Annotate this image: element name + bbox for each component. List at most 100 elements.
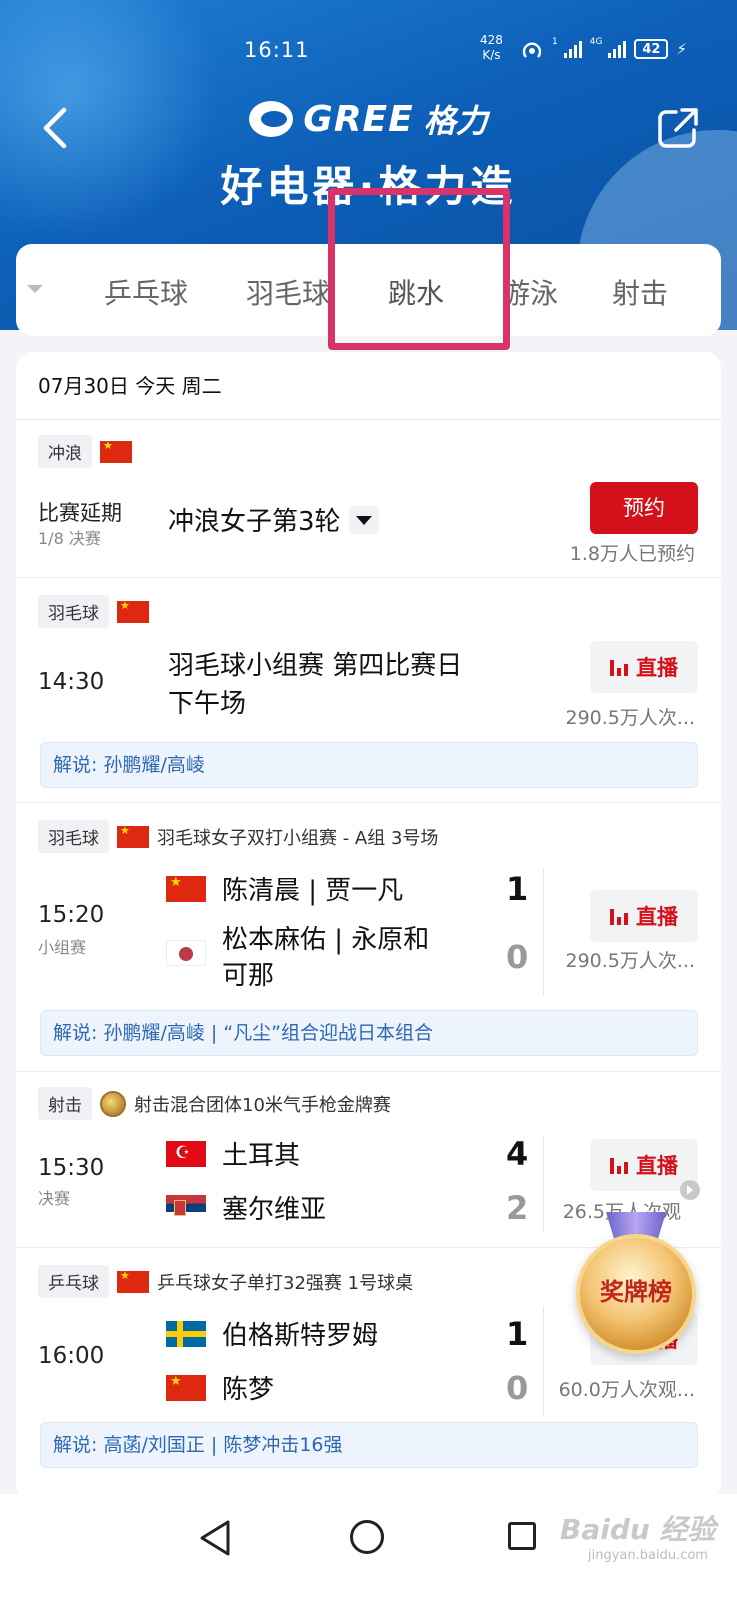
sport-label: 射击 — [38, 1087, 92, 1120]
tabs-dropdown-icon[interactable] — [26, 282, 44, 296]
signal-icon-2 — [608, 40, 627, 58]
commentary-bar[interactable]: 解说: 高菡/刘国正 | 陈梦冲击16强 — [40, 1422, 698, 1468]
share-icon[interactable] — [656, 106, 700, 150]
event-badminton-doubles[interactable]: 羽毛球 羽毛球女子双打小组赛 - A组 3号场 15:20 小组赛 陈清晨 | … — [16, 804, 721, 1072]
event-title: 冲浪女子第3轮 — [168, 503, 379, 541]
china-flag-icon — [117, 1270, 149, 1293]
sport-tag: 射击 射击混合团体10米气手枪金牌赛 — [38, 1087, 391, 1120]
live-label: 直播 — [636, 656, 678, 680]
sweden-flag-icon — [166, 1320, 206, 1347]
japan-flag-icon — [166, 940, 206, 966]
signal-icon-1 — [563, 40, 582, 58]
viewer-count: 60.0万人次观... — [558, 1379, 695, 1401]
event-badminton-group[interactable]: 羽毛球 14:30 羽毛球小组赛 第四比赛日 下午场 直播 290.5万人次..… — [16, 579, 721, 803]
event-status: 比赛延期 — [38, 501, 122, 525]
sport-tag: 冲浪 — [38, 435, 132, 468]
annotation-highlight-box — [328, 188, 510, 350]
serbia-flag-icon — [166, 1194, 206, 1221]
team-2-name: 松本麻佑 | 永原和 可那 — [222, 922, 429, 994]
live-button[interactable]: 直播 — [590, 641, 698, 693]
event-title-line2: 下午场 — [168, 689, 247, 719]
live-button[interactable]: 直播 — [590, 890, 698, 942]
event-time: 15:30 — [38, 1155, 105, 1181]
event-time: 16:00 — [38, 1343, 105, 1369]
live-label: 直播 — [636, 1154, 678, 1178]
medal-table-label: 奖牌榜 — [600, 1278, 672, 1306]
scroll-right-arrow-icon[interactable] — [680, 1180, 700, 1200]
team-2: 陈梦 — [166, 1369, 274, 1406]
live-label: 直播 — [636, 905, 678, 929]
status-bar: 16:11 428 K/s 1 4G 42 ⚡ — [0, 30, 737, 70]
live-bars-icon — [610, 907, 628, 925]
event-title: 羽毛球小组赛 第四比赛日 下午场 — [168, 647, 462, 723]
commentary-bar[interactable]: 解说: 孙鹏耀/高崚 | “凡尘”组合迎战日本组合 — [40, 1010, 698, 1056]
reserve-button[interactable]: 预约 — [590, 482, 698, 534]
team-2-name: 陈梦 — [222, 1375, 275, 1405]
score-divider — [543, 1307, 544, 1417]
tab-shooting[interactable]: 射击 — [612, 272, 668, 312]
network-speed: 428 K/s — [480, 33, 503, 63]
brand-name: GREE — [303, 98, 414, 140]
team-2-name-line2: 可那 — [222, 961, 275, 991]
tab-table-tennis[interactable]: 乒乓球 — [104, 272, 188, 312]
reservation-count: 1.8万人已预约 — [569, 543, 695, 565]
team-2: 塞尔维亚 — [166, 1189, 326, 1226]
viewer-count: 290.5万人次... — [565, 707, 695, 729]
status-icons: 1 4G 42 ⚡ — [520, 38, 687, 60]
speed-unit: K/s — [482, 48, 501, 62]
status-time: 16:11 — [244, 38, 310, 62]
sport-label: 羽毛球 — [38, 820, 109, 853]
china-flag-icon — [100, 440, 132, 463]
turkey-flag-icon — [166, 1140, 206, 1167]
event-round: 1/8 决赛 — [38, 529, 101, 548]
event-surfing[interactable]: 冲浪 比赛延期 1/8 决赛 冲浪女子第3轮 预约 1.8万人已预约 — [16, 421, 721, 578]
event-stage: 决赛 — [38, 1189, 71, 1208]
tab-badminton[interactable]: 羽毛球 — [246, 272, 330, 312]
sport-label: 羽毛球 — [38, 595, 109, 628]
sport-tag: 羽毛球 羽毛球女子双打小组赛 - A组 3号场 — [38, 820, 438, 853]
china-flag-icon — [117, 825, 149, 848]
event-title-line1: 羽毛球小组赛 第四比赛日 — [168, 651, 463, 681]
team-1: 土耳其 — [166, 1135, 300, 1172]
team-2-score: 0 — [506, 938, 529, 976]
live-bars-icon — [610, 658, 628, 676]
score-divider — [543, 868, 544, 996]
event-stage: 小组赛 — [38, 938, 87, 957]
schedule-date: 07月30日 今天 周二 — [16, 352, 721, 420]
charging-icon: ⚡ — [676, 40, 687, 58]
event-name: 乒乓球女子单打32强赛 1号球桌 — [157, 1272, 414, 1294]
medal-table-badge[interactable]: 奖牌榜 — [576, 1212, 696, 1354]
china-flag-icon — [166, 1374, 206, 1401]
event-time: 14:30 — [38, 669, 105, 695]
team-1-name: 伯格斯特罗姆 — [222, 1321, 379, 1351]
sport-tag: 乒乓球 乒乓球女子单打32强赛 1号球桌 — [38, 1265, 413, 1298]
sport-label: 乒乓球 — [38, 1265, 109, 1298]
event-name: 羽毛球女子双打小组赛 - A组 3号场 — [157, 827, 439, 849]
nav-back-icon[interactable] — [198, 1518, 234, 1558]
sport-label: 冲浪 — [38, 435, 92, 468]
expand-dropdown-icon[interactable] — [348, 505, 379, 534]
gree-logo: GREE 格力 — [0, 96, 737, 142]
team-1-score: 4 — [506, 1135, 529, 1173]
score-divider — [543, 1135, 544, 1233]
event-name: 射击混合团体10米气手枪金牌赛 — [134, 1094, 391, 1116]
nav-home-icon[interactable] — [350, 1520, 384, 1554]
team-2-name-line1: 松本麻佑 | 永原和 — [222, 925, 430, 955]
nav-recents-icon[interactable] — [508, 1522, 536, 1550]
hotspot-icon — [522, 42, 542, 58]
team-1-score: 1 — [506, 1315, 529, 1353]
team-1-name: 土耳其 — [222, 1141, 301, 1171]
china-flag-icon — [166, 875, 206, 902]
battery-icon: 42 — [634, 39, 669, 59]
baidu-watermark-url: jingyan.baidu.com — [588, 1548, 708, 1563]
team-2-name: 塞尔维亚 — [222, 1195, 327, 1225]
gold-medal-icon — [100, 1090, 126, 1117]
baidu-watermark: Baidu 经验 — [560, 1513, 716, 1546]
speed-value: 428 — [480, 33, 503, 47]
team-1: 伯格斯特罗姆 — [166, 1315, 378, 1352]
china-flag-icon — [117, 600, 149, 623]
viewer-count: 290.5万人次... — [565, 950, 695, 972]
tab-swimming[interactable]: 游泳 — [502, 272, 558, 312]
network-type-2: 4G — [589, 37, 603, 47]
commentary-bar[interactable]: 解说: 孙鹏耀/高崚 — [40, 742, 698, 788]
